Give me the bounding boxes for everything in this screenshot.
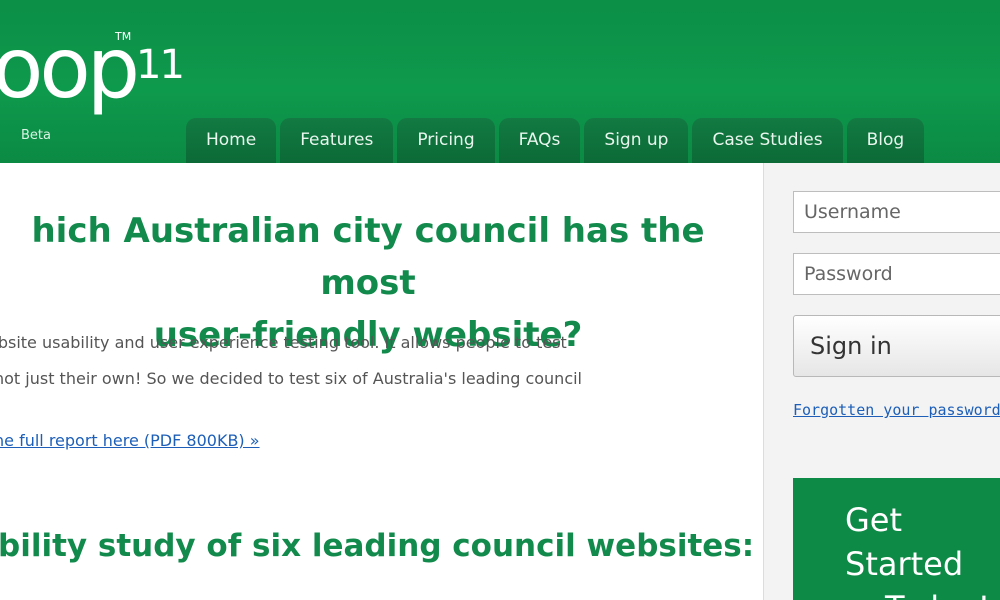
site-logo[interactable]: oop TM 11 Beta [0,26,192,146]
main-content: hich Australian city council has the mos… [0,163,763,600]
login-sidebar: Sign in Forgotten your password? Get Sta… [763,163,1000,600]
logo-number: 11 [136,42,185,88]
get-started-button[interactable]: Get Started Today! [793,478,1000,600]
full-report-link[interactable]: he full report here (PDF 800KB) » [0,431,260,450]
sign-in-button[interactable]: Sign in [793,315,1000,377]
intro-line-3: . [0,397,720,433]
main-nav: Home Features Pricing FAQs Sign up Case … [186,118,925,163]
tab-features[interactable]: Features [280,118,394,163]
intro-line-1: a website usability and user experience … [0,333,567,352]
cta-line-1: Get Started [845,501,964,583]
study-subheading: bility study of six leading council webs… [0,528,755,564]
headline-line-1: hich Australian city council has the mos… [31,211,705,303]
tab-case-studies[interactable]: Case Studies [692,118,843,163]
tab-blog[interactable]: Blog [846,118,925,163]
password-field[interactable] [793,253,1000,295]
intro-line-2: site not just their own! So we decided t… [0,369,582,388]
forgot-password-link[interactable]: Forgotten your password? [793,401,1000,419]
cta-line-2: Today! [845,586,1000,600]
tab-sign-up[interactable]: Sign up [584,118,689,163]
tab-faqs[interactable]: FAQs [498,118,581,163]
logo-trademark: TM [115,30,132,43]
logo-beta-label: Beta [21,128,51,143]
intro-paragraph: a website usability and user experience … [0,325,720,433]
site-header: oop TM 11 Beta Home Features Pricing FAQ… [0,0,1000,163]
tab-pricing[interactable]: Pricing [397,118,495,163]
tab-home[interactable]: Home [186,118,277,163]
username-field[interactable] [793,191,1000,233]
